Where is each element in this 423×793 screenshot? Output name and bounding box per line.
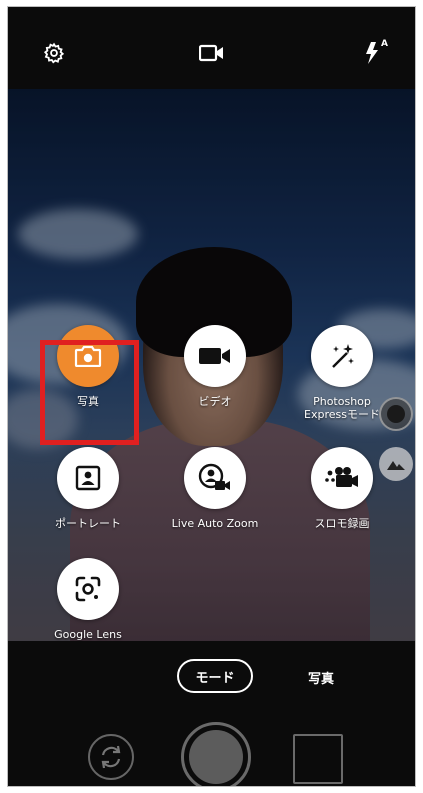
mode-live-auto-zoom-label: Live Auto Zoom [171, 517, 259, 530]
google-lens-icon [57, 558, 119, 620]
mode-photo-label: 写真 [77, 395, 99, 408]
mode-google-lens-label: Google Lens [54, 628, 122, 641]
bottom-controls: モード 写真 [8, 641, 415, 786]
landscape-icon[interactable] [379, 447, 413, 481]
video-camera-icon [184, 325, 246, 387]
shutter-button-inner [189, 730, 243, 784]
portrait-icon [57, 447, 119, 509]
camera-icon [57, 325, 119, 387]
slow-motion-icon [311, 447, 373, 509]
mode-live-auto-zoom[interactable]: Live Auto Zoom [155, 447, 275, 530]
mode-photoshop-express-label: Photoshop Expressモード [304, 395, 380, 421]
gallery-thumbnail[interactable] [293, 734, 343, 784]
camera-app: A 写真 ビデオ Photoshop Expressモード ポートレート Liv… [7, 6, 416, 787]
current-mode-label[interactable]: 写真 [308, 668, 334, 687]
shutter-button[interactable] [181, 722, 251, 786]
person-zoom-icon [184, 447, 246, 509]
mode-portrait-label: ポートレート [55, 517, 121, 530]
mode-video[interactable]: ビデオ [155, 325, 275, 408]
mode-portrait[interactable]: ポートレート [28, 447, 148, 530]
switch-camera-icon[interactable] [88, 734, 134, 780]
mode-video-label: ビデオ [198, 395, 232, 408]
mode-google-lens[interactable]: Google Lens [28, 558, 148, 641]
mode-photo[interactable]: 写真 [28, 325, 148, 408]
mode-slow-motion-label: スロモ録画 [314, 517, 370, 530]
shutter-record-icon[interactable] [379, 397, 413, 431]
magic-sparkle-icon [311, 325, 373, 387]
mode-button[interactable]: モード [177, 659, 253, 693]
